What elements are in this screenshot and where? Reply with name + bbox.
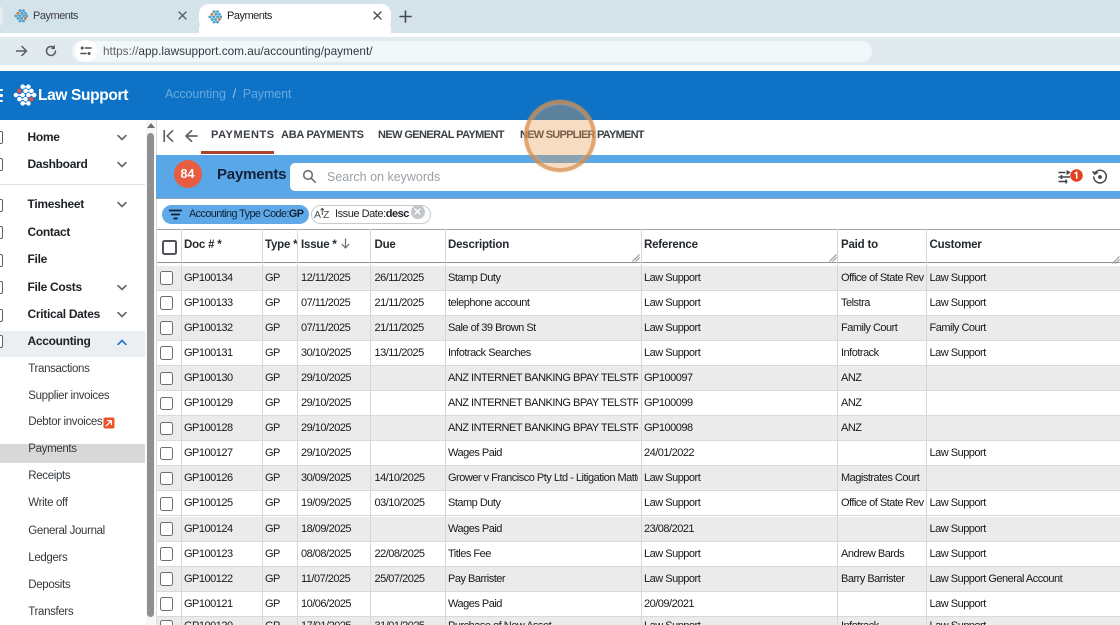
svg-text:A: A	[314, 209, 321, 221]
svg-text:Z: Z	[323, 209, 330, 221]
